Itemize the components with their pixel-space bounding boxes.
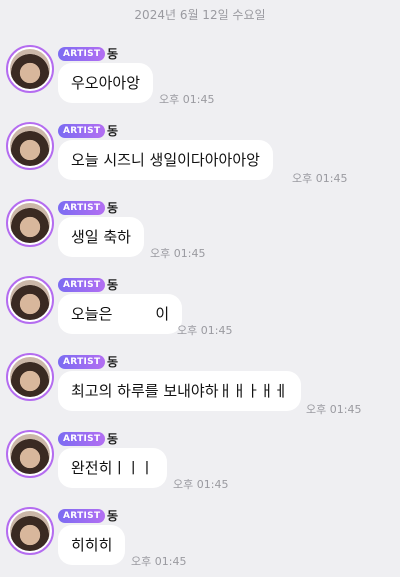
message-bubble[interactable]: 생일 축하 xyxy=(58,217,144,257)
avatar-image xyxy=(10,126,50,166)
avatar[interactable] xyxy=(6,507,54,555)
date-header: 2024년 6월 12일 수요일 xyxy=(134,8,266,22)
artist-badge: ARTIST xyxy=(58,201,106,215)
message-time: 오후 01:45 xyxy=(173,478,229,491)
chat-message: ARTIST 동 오늘 시즈니 생일이다아아아앙 오후 01:45 xyxy=(0,122,400,192)
message-time: 오후 01:45 xyxy=(159,93,215,106)
message-time: 오후 01:45 xyxy=(150,247,206,260)
avatar[interactable] xyxy=(6,45,54,93)
message-bubble[interactable]: 우오아아앙 xyxy=(58,63,154,103)
avatar[interactable] xyxy=(6,430,54,478)
avatar[interactable] xyxy=(6,353,54,401)
avatar[interactable] xyxy=(6,199,54,247)
message-time: 오후 01:45 xyxy=(131,555,187,568)
artist-badge: ARTIST xyxy=(58,509,106,523)
avatar-image xyxy=(10,357,50,397)
author-name: 동 xyxy=(107,509,119,523)
message-bubble[interactable]: 히히히 xyxy=(58,525,126,565)
artist-badge: ARTIST xyxy=(58,432,106,446)
chat-message: ARTIST 동 오늘은 이 오후 01:45 xyxy=(0,276,400,346)
message-time: 오후 01:45 xyxy=(177,324,233,337)
message-time: 오후 01:45 xyxy=(306,403,362,416)
author-name: 동 xyxy=(107,47,119,61)
avatar-image xyxy=(10,511,50,551)
author-name: 동 xyxy=(107,278,119,292)
message-bubble[interactable]: 완전히ㅣㅣㅣ xyxy=(58,448,167,488)
chat-message: ARTIST 동 히히히 오후 01:45 xyxy=(0,507,400,577)
artist-badge: ARTIST xyxy=(58,47,106,61)
author-name: 동 xyxy=(107,201,119,215)
message-time: 오후 01:45 xyxy=(292,172,348,185)
chat-message: ARTIST 동 우오아아앙 오후 01:45 xyxy=(0,45,400,115)
chat-message: ARTIST 동 최고의 하루를 보내야하ㅐㅐㅏㅐㅔ 오후 01:45 xyxy=(0,353,400,423)
artist-badge: ARTIST xyxy=(58,355,106,369)
author-name: 동 xyxy=(107,124,119,138)
avatar-image xyxy=(10,49,50,89)
author-name: 동 xyxy=(107,432,119,446)
avatar-image xyxy=(10,280,50,320)
message-bubble[interactable]: 최고의 하루를 보내야하ㅐㅐㅏㅐㅔ xyxy=(58,371,301,411)
chat-message: ARTIST 동 완전히ㅣㅣㅣ 오후 01:45 xyxy=(0,430,400,500)
avatar[interactable] xyxy=(6,122,54,170)
chat-message: ARTIST 동 생일 축하 오후 01:45 xyxy=(0,199,400,269)
avatar[interactable] xyxy=(6,276,54,324)
artist-badge: ARTIST xyxy=(58,124,106,138)
message-bubble[interactable]: 오늘은 이 xyxy=(58,294,183,334)
avatar-image xyxy=(10,434,50,474)
avatar-image xyxy=(10,203,50,243)
artist-badge: ARTIST xyxy=(58,278,106,292)
author-name: 동 xyxy=(107,355,119,369)
message-bubble[interactable]: 오늘 시즈니 생일이다아아아앙 xyxy=(58,140,273,180)
